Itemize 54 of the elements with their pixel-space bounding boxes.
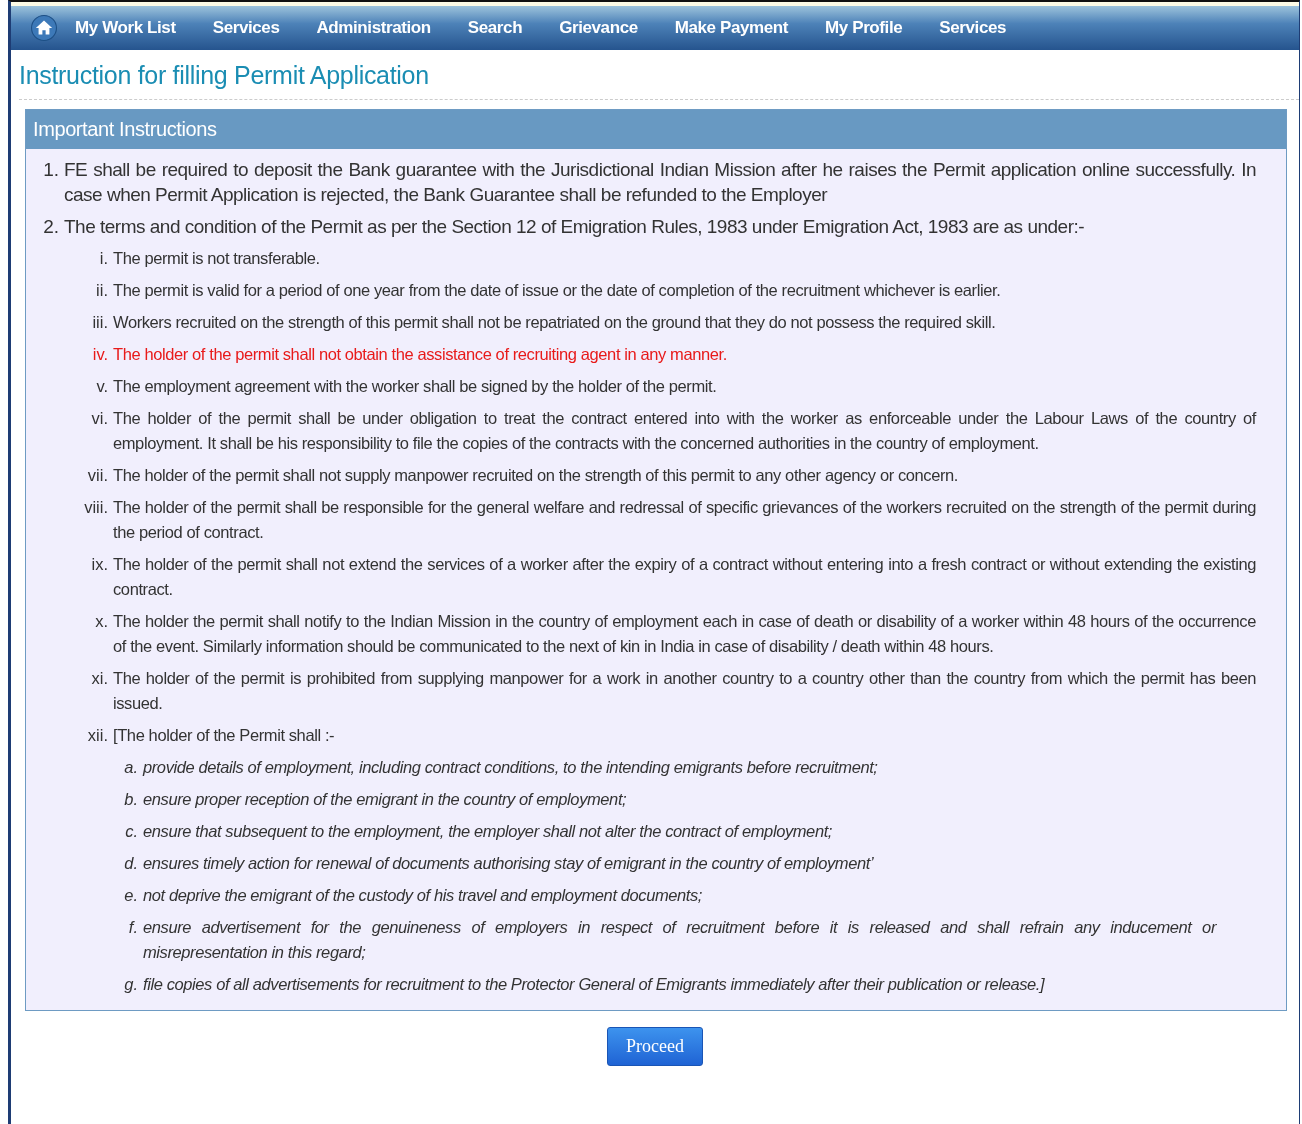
list-number: 1. [42,158,60,182]
list-number: vii. [86,465,109,486]
list-number: i. [98,248,109,269]
list-number: viii. [83,497,109,518]
list-letter: d. [123,853,139,874]
nav-item[interactable]: Services [939,18,1007,38]
list-letter: b. [123,789,139,810]
list-letter: a. [123,757,139,778]
condition-text: The holder of the permit is prohibited from supplying manpower for a work in another country to a country other than the country from which the permit has been issued. [113,668,1256,714]
nav-item[interactable]: Services [212,18,280,38]
proceed-button[interactable]: Proceed [607,1027,703,1066]
list-number: iv. [91,344,109,365]
instruction-text: FE shall be required to deposit the Bank guarantee with the Jurisdictional Indian Mission after he raises the Permit application online successfully. In case when Permit Application is rejected, the Bank Guarantee shall be refunded to the Employer [64,158,1256,207]
list-number: ii. [95,280,109,301]
list-number: x. [94,611,109,632]
list-number: 2. [42,215,60,239]
duty-text: provide details of employment, including contract conditions, to the intending emigrants before recruitment; [143,757,879,778]
list-number: xii. [86,725,109,746]
home-icon[interactable] [31,15,57,41]
list-number: ix. [90,554,109,575]
list-letter: f. [127,917,139,938]
nav-item[interactable]: My Profile [825,18,903,38]
condition-text: The employment agreement with the worker shall be signed by the holder of the permit. [113,376,718,397]
list-number: v. [95,376,109,397]
condition-text: [The holder of the Permit shall :- [113,725,336,746]
nav-item[interactable]: Grievance [559,18,638,38]
instruction-text: The terms and condition of the Permit as per the Section 12 of Emigration Rules, 1983 under Emigration Act, 1983 are as under:- [64,215,1086,239]
list-number: xi. [90,668,109,689]
duty-text: ensure that subsequent to the employment, the employer shall not alter the contract of employment; [143,821,834,842]
list-letter: c. [124,821,139,842]
nav-item[interactable]: Make Payment [674,18,789,38]
duty-text: ensures timely action for renewal of documents authorising stay of emigrant in the country of employment’ [143,853,875,874]
condition-text: Workers recruited on the strength of this permit shall not be repatriated on the ground that they do not possess the required skill. [113,312,997,333]
condition-text: The permit is not transferable. [113,248,321,269]
nav-item[interactable]: Search [467,18,523,38]
condition-text: The holder of the permit shall be responsible for the general welfare and redressal of specific grievances of the workers recruited on the strength of the permit during the period of contract. [113,497,1256,543]
list-number: vi. [90,408,109,429]
list-number: iii. [91,312,109,333]
nav-item[interactable]: My Work List [75,18,176,38]
condition-text: The holder of the permit shall not obtain the assistance of recruiting agent in any manner. [113,344,728,365]
condition-text: The holder of the permit shall not extend the services of a worker after the expiry of a contract without entering into a fresh contract or without extending the existing contract. [113,554,1256,600]
list-letter: g. [123,974,139,995]
duty-text: not deprive the emigrant of the custody of his travel and employment documents; [143,885,704,906]
duty-text: ensure advertisement for the genuineness of employers in respect of recruitment before it is released and shall refrain any inducement or misrepresentation in this regard; [143,917,1216,963]
list-letter: e. [123,885,139,906]
condition-text: The holder of the permit shall not supply manpower recruited on the strength of this permit to any other agency or concern. [113,465,960,486]
panel-heading: Important Instructions [26,110,1286,149]
condition-text: The permit is valid for a period of one year from the date of issue or the date of completion of the recruitment whichever is earlier. [113,280,1002,301]
duty-text: file copies of all advertisements for recruitment to the Protector General of Emigrants immediately after their publication or release.] [143,974,1046,995]
page-title: Instruction for filling Permit Application [19,60,430,90]
nav-item[interactable]: Administration [316,18,431,38]
condition-text: The holder of the permit shall be under obligation to treat the contract entered into with the worker as enforceable under the Labour Laws of the country of employment. It shall be his responsibility to file the copies of the contracts with the concerned authorities in the country of employment. [113,408,1256,454]
duty-text: ensure proper reception of the emigrant in the country of employment; [143,789,628,810]
condition-text: The holder the permit shall notify to the Indian Mission in the country of employment each in case of death or disability of a worker within 48 hours of the occurrence of the event. Similarly information should be communicated to the next of kin in India in case of disability / death within 48 hours. [113,611,1256,657]
